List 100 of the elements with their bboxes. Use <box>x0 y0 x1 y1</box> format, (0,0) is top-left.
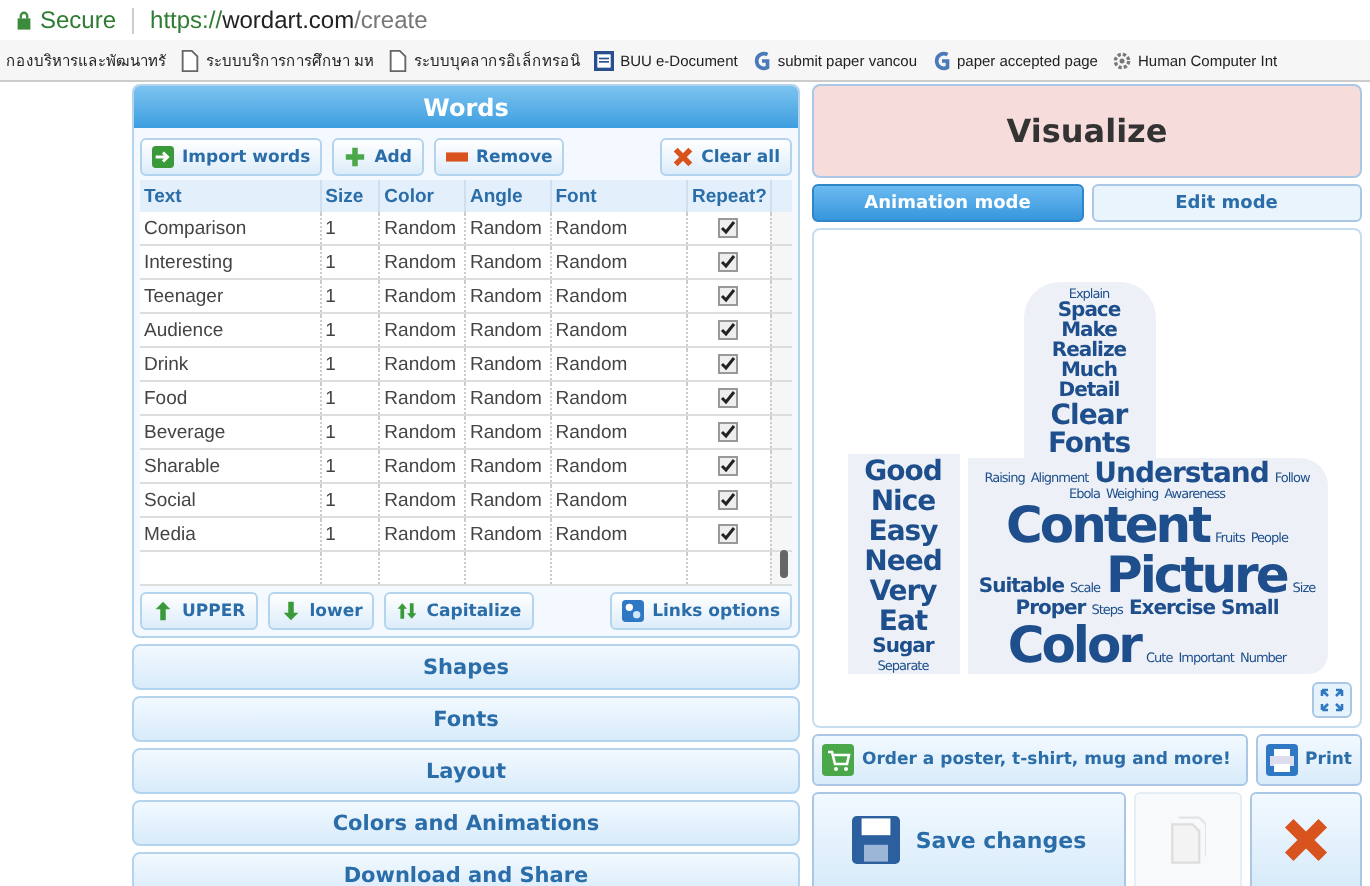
page-icon <box>180 49 200 71</box>
printer-icon <box>1265 744 1298 776</box>
url-text[interactable]: https://wordart.com/create <box>150 6 428 34</box>
table-cell: Random <box>550 483 687 517</box>
table-cell: Random <box>550 517 687 551</box>
toolbar-button[interactable]: Clear all <box>659 138 792 176</box>
up-arrow-icon <box>152 600 174 622</box>
down-arrow-icon <box>279 600 302 622</box>
table-cell: Social <box>140 483 321 517</box>
table-cell: Random <box>379 245 465 279</box>
cloud-word: Make <box>1061 321 1117 341</box>
checkbox[interactable] <box>718 285 739 306</box>
table-cell: Beverage <box>140 415 321 449</box>
checkbox[interactable] <box>718 217 739 238</box>
table-cell: Random <box>550 313 687 347</box>
mode-tab[interactable]: Animation mode <box>812 184 1083 222</box>
table-cell: Drink <box>140 347 321 381</box>
table-cell: Random <box>379 517 465 551</box>
toolbar-button[interactable]: Import words <box>140 138 323 176</box>
table-cell: 1 <box>320 347 380 381</box>
cloud-word: Need <box>864 547 942 575</box>
cloud-word: Very <box>869 577 937 605</box>
checkbox[interactable] <box>718 523 739 544</box>
table-cell: Random <box>464 415 551 449</box>
table-cell: 1 <box>320 415 380 449</box>
table-cell: Random <box>464 245 551 279</box>
toolbar-button[interactable]: Remove <box>433 138 565 176</box>
table-cell: Random <box>464 381 551 415</box>
cloud-word: Much <box>1060 361 1118 381</box>
letter-g-icon <box>931 49 951 71</box>
checkbox[interactable] <box>718 251 739 272</box>
checkbox[interactable] <box>718 319 739 340</box>
table-cell: 1 <box>320 483 380 517</box>
cloud-word: Eat <box>878 607 928 635</box>
scrollbar-thumb[interactable] <box>780 550 788 578</box>
cloud-word: Detail <box>1058 381 1120 401</box>
table-cell: Random <box>379 449 465 483</box>
case-button[interactable]: Capitalize <box>384 592 534 630</box>
table-cell: Sharable <box>140 449 321 483</box>
delete-button[interactable] <box>1250 792 1362 886</box>
cloud-word: Color <box>1007 620 1141 670</box>
secure-label: Secure <box>40 6 117 34</box>
cloud-word: Content <box>1006 500 1210 550</box>
table-cell: Random <box>379 279 465 313</box>
table-cell: Random <box>550 415 687 449</box>
cloud-word: Realize <box>1051 341 1127 361</box>
table-cell: Audience <box>140 313 321 347</box>
mode-tab[interactable]: Edit mode <box>1091 184 1362 222</box>
cloud-word: Space <box>1057 301 1121 321</box>
checkbox[interactable] <box>718 455 739 476</box>
column-header[interactable]: Color <box>379 180 465 212</box>
table-cell: Random <box>464 313 551 347</box>
section-header[interactable]: Colors and Animations <box>132 800 800 846</box>
import-icon <box>152 146 174 168</box>
table-cell: Random <box>379 347 465 381</box>
table-cell: Random <box>379 381 465 415</box>
print-button[interactable]: Print <box>1255 734 1362 786</box>
plus-icon <box>344 146 367 168</box>
column-header[interactable]: Angle <box>464 180 551 212</box>
column-header[interactable]: Text <box>140 180 321 212</box>
section-header[interactable]: Layout <box>132 748 800 794</box>
checkbox[interactable] <box>718 421 739 442</box>
table-cell: Teenager <box>140 279 321 313</box>
checkbox[interactable] <box>718 489 739 510</box>
table-cell: 1 <box>320 449 380 483</box>
cart-icon <box>822 744 854 776</box>
table-cell: Media <box>140 517 321 551</box>
fullscreen-button[interactable] <box>1312 682 1352 718</box>
case-button[interactable]: UPPER <box>140 592 258 630</box>
table-cell: 1 <box>320 279 380 313</box>
column-header[interactable]: Font <box>550 180 687 212</box>
table-cell: Food <box>140 381 321 415</box>
toolbar-button[interactable]: Add <box>332 138 424 176</box>
document-icon <box>594 49 615 71</box>
cloud-word: Nice <box>870 487 936 515</box>
table-cell: Random <box>464 449 551 483</box>
table-cell: 1 <box>320 381 380 415</box>
cloud-word: Easy <box>868 517 938 545</box>
case-button[interactable]: lower <box>267 592 375 630</box>
section-header[interactable]: Download and Share <box>132 852 800 886</box>
checkbox[interactable] <box>718 353 739 374</box>
table-cell: Random <box>550 347 687 381</box>
visualize-button[interactable]: Visualize <box>812 84 1362 178</box>
cloud-word: Clear <box>1050 401 1128 429</box>
checkbox[interactable] <box>718 387 739 408</box>
column-header[interactable]: Repeat? <box>686 180 771 212</box>
table-cell: Random <box>464 483 551 517</box>
cloud-word: Suitable <box>978 578 1065 598</box>
links-options-button[interactable]: Links options <box>610 592 792 630</box>
section-header[interactable]: Fonts <box>132 696 800 742</box>
minus-icon <box>445 146 468 168</box>
section-header[interactable]: Shapes <box>132 644 800 690</box>
pages-icon <box>1170 816 1206 864</box>
save-button[interactable]: Save changes <box>812 792 1126 886</box>
table-cell: Random <box>464 347 551 381</box>
table-cell: Random <box>550 449 687 483</box>
order-button[interactable]: Order a poster, t-shirt, mug and more! <box>812 734 1248 786</box>
table-cell: 1 <box>320 517 380 551</box>
letter-g-icon <box>751 49 772 71</box>
column-header[interactable]: Size <box>320 180 380 212</box>
